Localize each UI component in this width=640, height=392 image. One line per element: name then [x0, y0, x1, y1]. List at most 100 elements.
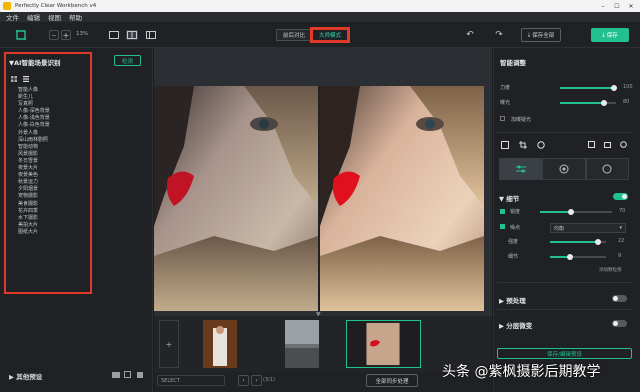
detail-title: 细节 — [506, 195, 520, 203]
minimize-icon[interactable]: – — [596, 0, 610, 12]
crop-icon[interactable] — [519, 141, 527, 149]
layer-adjust-toggle[interactable] — [612, 320, 627, 327]
scene-item[interactable]: 深山雨林剧照 — [18, 137, 50, 144]
save-edit-preset-button[interactable]: 保存/编辑预设 — [497, 348, 632, 359]
zoom-level: 13% — [76, 31, 89, 37]
scene-item[interactable]: 人像-白色背景 — [18, 122, 50, 129]
sync-all-button[interactable]: 全部同步处理 — [366, 374, 418, 387]
maximize-icon[interactable]: ☐ — [610, 0, 624, 12]
redo-icon[interactable]: ↷ — [493, 29, 505, 41]
sharpen-slider[interactable]: 锐度 70 — [510, 208, 632, 216]
noise-checkbox[interactable] — [500, 224, 505, 229]
next-image-button[interactable]: › — [251, 375, 262, 386]
image-count: (3/1) — [263, 377, 275, 383]
detect-button[interactable]: 检测 — [114, 55, 141, 66]
crop-frame-icon[interactable] — [14, 28, 28, 42]
noise-strength-label: 强度 — [508, 239, 519, 245]
scene-item[interactable]: 宠物摄影 — [18, 193, 50, 200]
side-by-side-icon[interactable] — [145, 30, 156, 40]
chevron-down-icon: ▾ — [619, 225, 622, 231]
scene-item[interactable]: 冬日雪景 — [18, 158, 50, 165]
undo-icon[interactable]: ↶ — [464, 29, 476, 41]
sharpen-checkbox[interactable] — [500, 209, 505, 214]
split-view-icon[interactable] — [126, 30, 138, 40]
toolbar: – + 13% 前后对比 大师模式 ↶ ↷ ⤓ 保存全部 ⤓ 保存 — [0, 22, 640, 48]
title-bar: Perfectly Clear Workbench v4 – ☐ ✕ — [0, 0, 640, 12]
retouch-icon[interactable] — [537, 141, 545, 149]
scene-item[interactable]: 美食摄影 — [18, 201, 50, 208]
noise-label: 噪点 — [510, 225, 521, 231]
list-view-icon[interactable] — [23, 76, 29, 82]
slider-fill — [540, 211, 571, 213]
preprocess-section-header[interactable]: ▶ 预处理 — [499, 295, 526, 305]
deblur-checkbox[interactable] — [500, 116, 505, 121]
noise-strength-value: 22 — [618, 238, 625, 244]
scene-item[interactable]: 美拍大片 — [18, 222, 50, 229]
save-label: 保存 — [606, 33, 618, 39]
save-button[interactable]: ⤓ 保存 — [591, 28, 629, 42]
zoom-out-button[interactable]: – — [49, 30, 59, 40]
preprocess-title: 预处理 — [506, 297, 526, 305]
scene-item[interactable]: 水下摄影 — [18, 215, 50, 222]
save-all-label: 保存全部 — [532, 33, 555, 39]
tab-face[interactable] — [585, 158, 629, 180]
preprocess-toggle[interactable] — [612, 295, 627, 302]
layers-icon[interactable] — [501, 141, 509, 149]
tab-color[interactable] — [542, 158, 586, 180]
zoom-in-button[interactable]: + — [61, 30, 71, 40]
select-dropdown[interactable]: SELECT — [157, 375, 225, 386]
add-image-button[interactable]: + — [159, 320, 179, 368]
slider-thumb[interactable] — [568, 209, 574, 215]
detail-section-header[interactable]: ▼ 细节 — [499, 193, 519, 203]
panel-actions — [588, 141, 627, 148]
copy-icon[interactable] — [124, 371, 132, 378]
slider-thumb[interactable] — [567, 254, 573, 260]
save-all-button[interactable]: ⤓ 保存全部 — [521, 28, 561, 42]
sliders-icon — [515, 165, 526, 173]
preset-icon[interactable] — [588, 141, 595, 148]
slider-thumb[interactable] — [611, 85, 617, 91]
menu-help[interactable]: 帮助 — [69, 12, 82, 22]
menu-file[interactable]: 文件 — [6, 12, 19, 22]
thumbnail[interactable] — [285, 320, 319, 368]
other-presets-header[interactable]: ▶ 其他预设 — [9, 371, 42, 381]
strength-slider[interactable]: 力度 100 — [500, 84, 633, 92]
scene-list: 智能人像 新生儿 写真照 人像-深色背景 人像-浅色背景 人像-白色背景 外景人… — [18, 87, 50, 236]
face-icon — [602, 164, 612, 174]
sharpen-value: 70 — [619, 208, 626, 214]
noise-strength-slider[interactable]: 强度 22 — [508, 238, 632, 246]
scene-item[interactable]: 智能动物 — [18, 144, 50, 151]
copy-settings-icon[interactable] — [604, 141, 611, 148]
reset-icon[interactable] — [620, 141, 627, 148]
master-mode-button[interactable]: 大师模式 — [310, 27, 351, 43]
thumbnail-selected[interactable] — [346, 320, 421, 368]
scene-item[interactable]: 花卉四季 — [18, 208, 50, 215]
scene-item[interactable]: 风景摄影 — [18, 151, 50, 158]
noise-detail-slider[interactable]: 细节 9 — [508, 253, 632, 261]
prev-image-button[interactable]: ‹ — [238, 375, 249, 386]
adjust-tabs — [499, 158, 629, 180]
slider-thumb[interactable] — [601, 100, 607, 106]
menu-view[interactable]: 视图 — [48, 12, 61, 22]
scene-item[interactable]: 外景人像 — [18, 130, 50, 137]
tab-sliders[interactable] — [499, 158, 543, 180]
app-logo-icon — [3, 2, 11, 10]
scene-item[interactable]: 图纸大片 — [18, 229, 50, 236]
menu-edit[interactable]: 编辑 — [27, 12, 40, 22]
detail-toggle[interactable] — [613, 193, 628, 200]
thumbnail[interactable] — [203, 320, 237, 368]
slider-thumb[interactable] — [595, 239, 601, 245]
noise-mode-select[interactable]: 均衡 ▾ — [550, 223, 626, 233]
compare-divider[interactable] — [318, 86, 320, 311]
close-icon[interactable]: ✕ — [624, 0, 638, 12]
smart-adjust-title: 智能调整 — [500, 59, 526, 67]
grid-view-icon[interactable] — [11, 76, 17, 82]
exposure-slider[interactable]: 曝光 80 — [500, 99, 632, 107]
compare-mode-button[interactable]: 前后对比 — [276, 29, 313, 41]
delete-icon[interactable] — [136, 371, 144, 378]
single-view-icon[interactable] — [108, 30, 119, 40]
menu-bar: 文件 编辑 视图 帮助 — [0, 12, 640, 22]
scene-detection-title[interactable]: ▼AI智能场景识别 — [9, 57, 60, 67]
layer-adjust-section-header[interactable]: ▶ 分层微变 — [499, 320, 532, 330]
folder-icon[interactable] — [112, 371, 120, 378]
